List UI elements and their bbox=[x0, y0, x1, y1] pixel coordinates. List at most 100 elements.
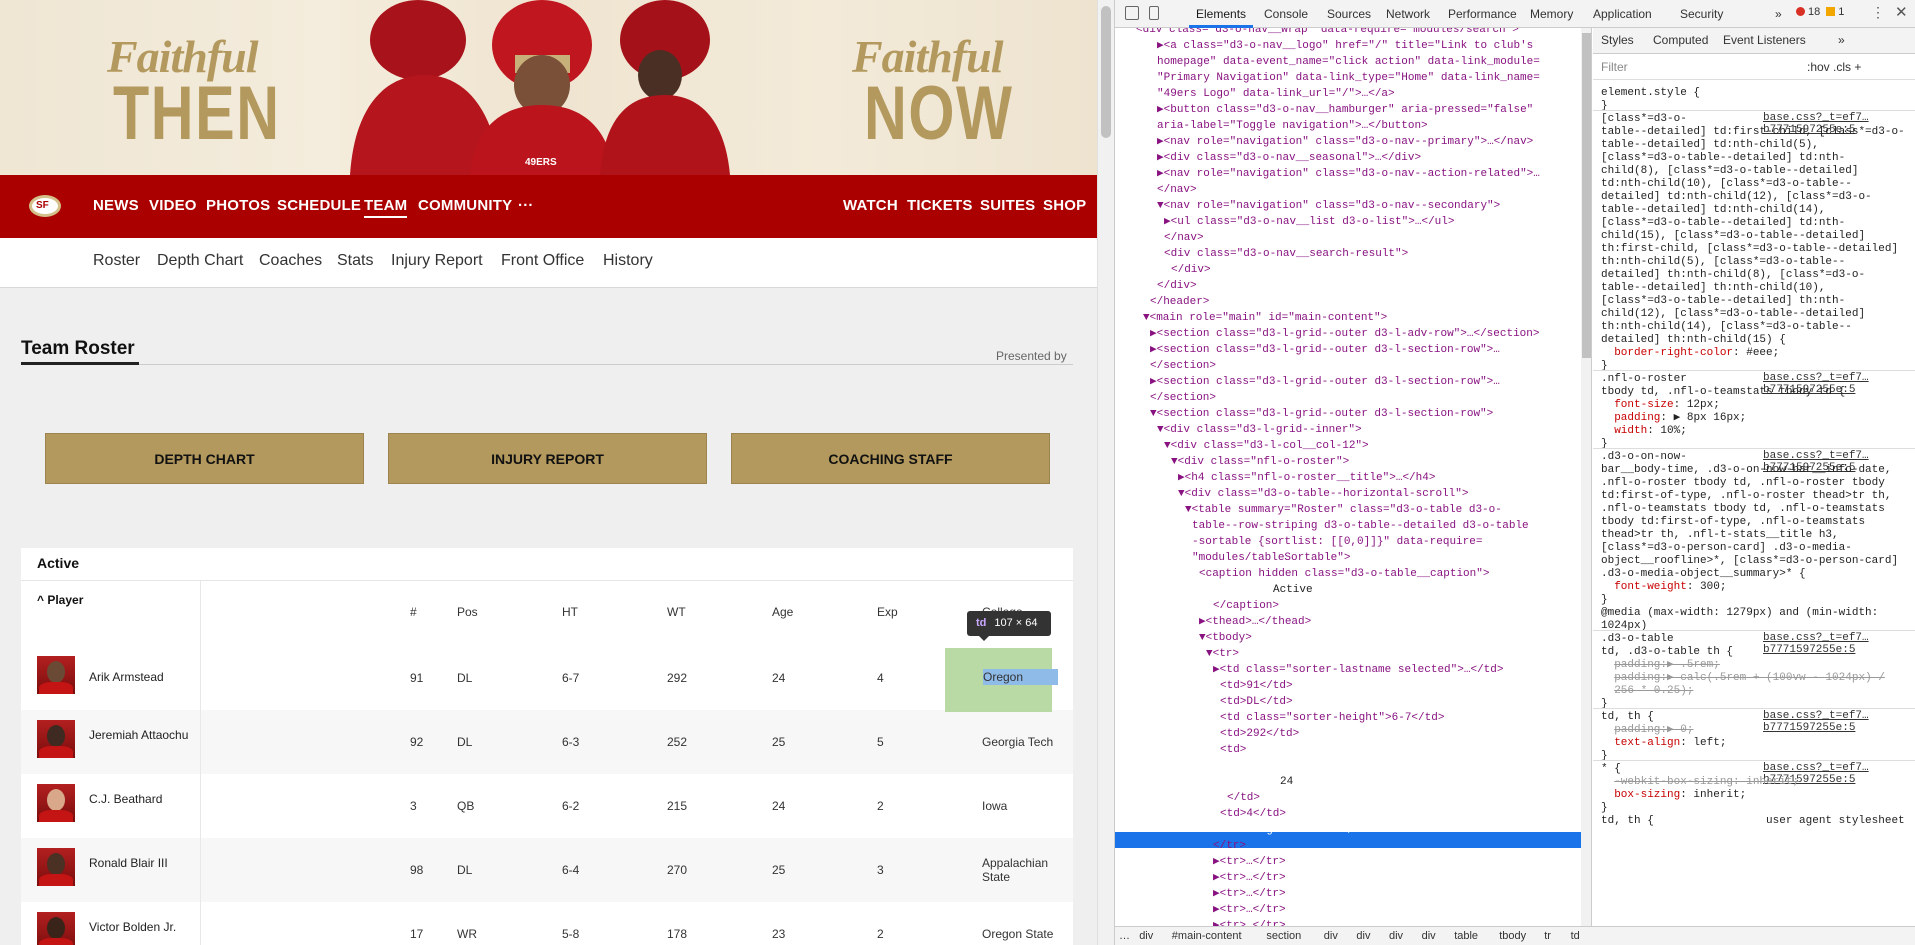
device-toolbar-icon[interactable] bbox=[1149, 6, 1159, 20]
dom-node-line[interactable]: ▶<h4 class="nfl-o-roster__title">…</h4> bbox=[1178, 470, 1435, 486]
dom-node-line[interactable]: ▼<section class="d3-l-grid--outer d3-l-s… bbox=[1150, 406, 1493, 422]
tab-security[interactable]: Security bbox=[1680, 7, 1723, 21]
subnav-injury-report[interactable]: Injury Report bbox=[391, 252, 483, 270]
dom-node-line[interactable]: <td>DL</td> bbox=[1220, 694, 1293, 710]
dom-node-line[interactable]: ▶<nav role="navigation" class="d3-o-nav-… bbox=[1157, 134, 1533, 150]
elements-scrollbar-thumb[interactable] bbox=[1582, 33, 1591, 358]
header-height[interactable]: HT bbox=[562, 605, 578, 619]
elements-scrollbar[interactable] bbox=[1581, 28, 1592, 926]
more-style-tabs-icon[interactable]: » bbox=[1838, 33, 1845, 47]
breadcrumb-item[interactable]: section bbox=[1266, 930, 1301, 942]
tab-console[interactable]: Console bbox=[1264, 7, 1308, 21]
style-selector[interactable]: detailed] td:nth-child(12), [class*=d3-o… bbox=[1601, 190, 1872, 204]
dom-node-line[interactable]: <td class="sorter-height">6-7</td> bbox=[1220, 710, 1444, 726]
nav-team[interactable]: TEAM bbox=[364, 197, 408, 218]
dom-node-line[interactable]: </nav> bbox=[1157, 182, 1197, 198]
dom-node-line[interactable]: ▶<tr>…</tr> bbox=[1213, 902, 1286, 918]
nav-video[interactable]: VIDEO bbox=[149, 197, 197, 214]
subnav-depth-chart[interactable]: Depth Chart bbox=[157, 252, 243, 270]
style-selector[interactable]: [class*=d3-o-table--detailed] td:nth- bbox=[1601, 151, 1845, 165]
subnav-roster[interactable]: Roster bbox=[93, 252, 140, 270]
breadcrumb-item[interactable]: div bbox=[1422, 930, 1436, 942]
nav-news[interactable]: NEWS bbox=[93, 197, 139, 214]
dom-node-line[interactable]: ▼<table summary="Roster" class="d3-o-tab… bbox=[1185, 502, 1502, 518]
dom-node-line[interactable]: ▶<tr>…</tr> bbox=[1213, 886, 1286, 902]
dom-node-line[interactable]: ▶<section class="d3-l-grid--outer d3-l-a… bbox=[1150, 326, 1540, 342]
dom-node-line[interactable]: ▼<main role="main" id="main-content"> bbox=[1143, 310, 1387, 326]
style-selector[interactable]: .nfl-o-teamstats tbody td, .nfl-o-teamst… bbox=[1601, 502, 1885, 516]
dom-node-line[interactable]: ▶<section class="d3-l-grid--outer d3-l-s… bbox=[1150, 342, 1500, 358]
dom-node-line[interactable]: </section> bbox=[1150, 358, 1216, 374]
style-selector[interactable]: table--detailed] td:first-child, [class*… bbox=[1601, 125, 1905, 139]
dom-node-line[interactable]: </div> bbox=[1171, 262, 1211, 278]
header-age[interactable]: Age bbox=[772, 605, 793, 619]
dom-node-line[interactable]: </td> bbox=[1227, 790, 1260, 806]
dom-node-line[interactable]: <td>4</td> bbox=[1220, 806, 1286, 822]
breadcrumb-item[interactable]: td bbox=[1571, 930, 1580, 942]
player-name-link[interactable]: Arik Armstead bbox=[89, 671, 189, 684]
subnav-front-office[interactable]: Front Office bbox=[501, 252, 584, 270]
tab-event-listeners[interactable]: Event Listeners bbox=[1723, 33, 1806, 47]
style-selector[interactable]: tbody td:first-of-type, .nfl-o-teamstats bbox=[1601, 515, 1865, 529]
dom-node-line[interactable]: </tr> bbox=[1213, 838, 1246, 854]
style-selector[interactable]: .d3-o-on-now- bbox=[1601, 450, 1687, 464]
more-tabs-icon[interactable]: » bbox=[1775, 7, 1782, 21]
style-selector[interactable]: thead>tr th, .nfl-t-stats__title h3, bbox=[1601, 528, 1839, 542]
nav-tickets[interactable]: TICKETS bbox=[907, 197, 973, 214]
dom-node-line[interactable]: <td>Oregon</td> == $0 bbox=[1220, 822, 1359, 838]
breadcrumb-item[interactable]: tr bbox=[1544, 930, 1551, 942]
style-selector[interactable]: bar__body-time, .d3-o-on-now-bar__info-d… bbox=[1601, 463, 1891, 477]
style-selector[interactable]: th:nth-child(14), [class*=d3-o-table-- bbox=[1601, 320, 1852, 334]
dom-node-line[interactable]: <div class="d3-o-nav__search-result"> bbox=[1164, 246, 1408, 262]
style-text[interactable]: } bbox=[1601, 593, 1608, 607]
nav-shop[interactable]: SHOP bbox=[1043, 197, 1086, 214]
dom-node-line[interactable]: </nav> bbox=[1164, 230, 1204, 246]
subnav-history[interactable]: History bbox=[603, 252, 653, 270]
subnav-stats[interactable]: Stats bbox=[337, 252, 373, 270]
nav-watch[interactable]: WATCH bbox=[843, 197, 898, 214]
style-selector[interactable]: [class*=d3-o-table--detailed] td:nth- bbox=[1601, 216, 1845, 230]
header-player-sort[interactable]: ^ Player bbox=[37, 593, 83, 607]
dom-node-line[interactable]: </header> bbox=[1150, 294, 1209, 310]
dom-node-line[interactable]: Active bbox=[1273, 582, 1313, 598]
style-selector[interactable]: .nfl-o-roster bbox=[1601, 372, 1687, 386]
header-weight[interactable]: WT bbox=[667, 605, 686, 619]
dom-node-line[interactable]: "Primary Navigation" data-link_type="Hom… bbox=[1157, 70, 1540, 86]
style-text[interactable]: } bbox=[1601, 801, 1608, 815]
dom-node-line[interactable]: </div> bbox=[1157, 278, 1197, 294]
style-property[interactable]: border-right-color: #eee; bbox=[1601, 346, 1779, 360]
tab-styles[interactable]: Styles bbox=[1601, 33, 1634, 47]
style-property[interactable]: font-weight: 300; bbox=[1601, 580, 1726, 594]
breadcrumb-item[interactable]: div bbox=[1139, 930, 1153, 942]
depth-chart-button[interactable]: DEPTH CHART bbox=[45, 433, 364, 484]
dom-node-line[interactable]: table--row-striping d3-o-table--detailed… bbox=[1192, 518, 1529, 534]
style-selector[interactable]: child(15), [class*=d3-o-table--detailed] bbox=[1601, 229, 1865, 243]
dom-node-line[interactable]: <caption hidden class="d3-o-table__capti… bbox=[1199, 566, 1489, 582]
style-selector[interactable]: td:nth-child(10), [class*=d3-o-table-- bbox=[1601, 177, 1852, 191]
table-row[interactable]: Ronald Blair III 98 DL 6-4 270 25 3 Appa… bbox=[21, 838, 1073, 902]
style-selector[interactable]: tbody td, .nfl-o-teamstats tbody td { bbox=[1601, 385, 1845, 399]
dom-node-line[interactable]: ▼<div class="d3-o-table--horizontal-scro… bbox=[1178, 486, 1468, 502]
devtools-menu-icon[interactable]: ⋮ bbox=[1871, 4, 1885, 21]
dom-node-line[interactable]: </section> bbox=[1150, 390, 1216, 406]
dom-node-line[interactable]: ▼<div class="nfl-o-roster"> bbox=[1171, 454, 1349, 470]
style-selector[interactable]: detailed] th:nth-child(8), [class*=d3-o- bbox=[1601, 268, 1865, 282]
team-logo[interactable]: SF bbox=[29, 195, 61, 217]
tab-sources[interactable]: Sources bbox=[1327, 7, 1371, 21]
nav-suites[interactable]: SUITES bbox=[980, 197, 1035, 214]
close-devtools-icon[interactable]: ✕ bbox=[1895, 3, 1908, 21]
stylesheet-source-link[interactable]: base.css?_t=ef7…b7771597255e:5 bbox=[1763, 632, 1915, 656]
injury-report-button[interactable]: INJURY REPORT bbox=[388, 433, 707, 484]
style-selector[interactable]: td, .d3-o-table th { bbox=[1601, 645, 1733, 659]
style-selector[interactable]: .d3-o-table bbox=[1601, 632, 1674, 646]
style-selector[interactable]: table--detailed] th:nth-child(10), bbox=[1601, 281, 1825, 295]
dom-node-line[interactable]: ▼<div class="d3-l-grid--inner"> bbox=[1157, 422, 1362, 438]
dom-node-line[interactable]: ▼<div class="d3-l-col__col-12"> bbox=[1164, 438, 1369, 454]
style-property[interactable]: font-size: 12px; bbox=[1601, 398, 1720, 412]
dom-node-line[interactable]: 24 bbox=[1280, 774, 1293, 790]
table-row[interactable]: Jeremiah Attaochu 92 DL 6-3 252 25 5 Geo… bbox=[21, 710, 1073, 774]
table-row[interactable]: Arik Armstead 91 DL 6-7 292 24 4 bbox=[21, 646, 1073, 710]
nav-more-icon[interactable]: ··· bbox=[518, 197, 534, 214]
dom-node-line[interactable]: ▶<thead>…</thead> bbox=[1199, 614, 1311, 630]
style-selector[interactable]: object__roofline>*, [class*=d3-o-person-… bbox=[1601, 554, 1898, 568]
